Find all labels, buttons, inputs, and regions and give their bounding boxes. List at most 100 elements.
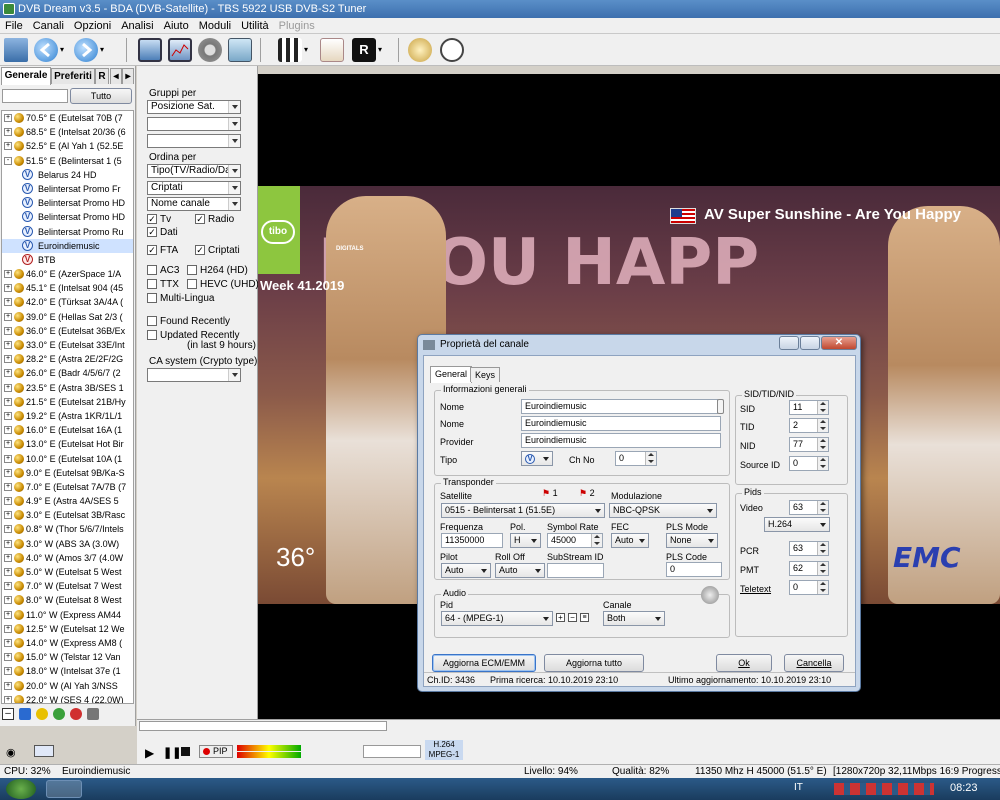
ordina-combo-3[interactable]: Nome canale — [147, 197, 241, 211]
expand-node-icon[interactable]: + — [4, 397, 12, 406]
tree-satellite-row[interactable]: +13.0° E (Eutelsat Hot Bir — [2, 437, 133, 451]
multilingua-checkbox[interactable]: Multi-Lingua — [147, 293, 214, 304]
record-r-icon[interactable]: R — [352, 38, 376, 62]
collapse-icon[interactable]: – — [2, 708, 14, 720]
ca-system-combo[interactable] — [147, 368, 241, 382]
gruppi-combo-2[interactable] — [147, 117, 241, 131]
nome-scroll-handle[interactable] — [717, 399, 724, 414]
start-button[interactable] — [6, 779, 36, 799]
expand-node-icon[interactable]: + — [4, 326, 12, 335]
settings-gear-icon[interactable] — [198, 38, 222, 62]
tree-satellite-row[interactable]: +39.0° E (Hellas Sat 2/3 ( — [2, 310, 133, 324]
tools-icon[interactable] — [87, 708, 99, 720]
tree-satellite-row[interactable]: +3.0° E (Eutelsat 3B/Rasc — [2, 508, 133, 522]
tree-satellite-row[interactable]: +19.2° E (Astra 1KR/1L/1 — [2, 409, 133, 423]
tree-satellite-row[interactable]: +23.5° E (Astra 3B/SES 1 — [2, 381, 133, 395]
back-icon[interactable] — [34, 38, 58, 62]
tree-satellite-row[interactable]: +20.0° W (Al Yah 3/NSS — [2, 679, 133, 693]
chno-spinner[interactable]: 0 — [615, 451, 657, 466]
rolloff-combo[interactable]: Auto — [495, 563, 545, 578]
minimize-button[interactable] — [779, 336, 799, 350]
recording-clapper-icon[interactable] — [278, 38, 302, 62]
add-audio-icon[interactable]: + — [556, 613, 565, 622]
monitor-icon[interactable] — [138, 38, 162, 62]
speaker-icon[interactable]: ◉ — [6, 746, 16, 759]
tree-satellite-row[interactable]: +45.1° E (Intelsat 904 (45 — [2, 281, 133, 295]
pls-mode-combo[interactable]: None — [666, 533, 718, 548]
menu-aiuto[interactable]: Aiuto — [159, 20, 194, 32]
fec-combo[interactable]: Auto — [611, 533, 649, 548]
pip-button[interactable]: PIP — [199, 745, 233, 758]
back-dropdown-icon[interactable]: ▾ — [60, 38, 70, 62]
expand-node-icon[interactable]: + — [4, 596, 12, 605]
audio-speaker-icon[interactable] — [701, 586, 719, 604]
tab-preferiti[interactable]: Preferiti — [51, 68, 95, 84]
edit-audio-icon[interactable]: ≡ — [580, 613, 589, 622]
tree-satellite-row[interactable]: +28.2° E (Astra 2E/2F/2G — [2, 352, 133, 366]
aspect-icon[interactable] — [34, 745, 54, 757]
canale-combo[interactable]: Both — [603, 611, 665, 626]
aggiorna-tutto-button[interactable]: Aggiorna tutto — [544, 654, 644, 672]
tree-satellite-row[interactable]: +16.0° E (Eutelsat 16A (1 — [2, 423, 133, 437]
expand-node-icon[interactable]: + — [4, 284, 12, 293]
stop-icon[interactable] — [181, 747, 190, 756]
hevc-checkbox[interactable]: HEVC (UHD) — [187, 279, 259, 290]
tree-satellite-row[interactable]: +68.5° E (Intelsat 20/36 (6 — [2, 125, 133, 139]
collapse-node-icon[interactable]: - — [4, 156, 12, 165]
expand-node-icon[interactable]: + — [4, 369, 12, 378]
tree-satellite-row[interactable]: +7.0° E (Eutelsat 7A/7B (7 — [2, 480, 133, 494]
channel-list-icon[interactable] — [4, 38, 28, 62]
h264-checkbox[interactable]: H264 (HD) — [187, 265, 248, 276]
expand-node-icon[interactable]: + — [4, 681, 12, 690]
nome-input[interactable]: Euroindiemusic — [521, 399, 718, 414]
tree-satellite-row[interactable]: +70.5° E (Eutelsat 70B (7 — [2, 111, 133, 125]
tree-satellite-row[interactable]: - 51.5° E (Belintersat 1 (5 — [2, 154, 133, 168]
expand-node-icon[interactable]: + — [4, 695, 12, 703]
symbol-rate-spinner[interactable]: 45000 — [547, 533, 603, 548]
aggiorna-ecm-button[interactable]: Aggiorna ECM/EMM — [432, 654, 536, 672]
taskbar-app-button[interactable] — [46, 780, 82, 798]
expand-node-icon[interactable]: + — [4, 582, 12, 591]
tree-satellite-row[interactable]: +11.0° W (Express AM44 — [2, 608, 133, 622]
favorite-icon[interactable] — [36, 708, 48, 720]
ok-button[interactable]: Ok — [716, 654, 772, 672]
menu-file[interactable]: File — [0, 20, 28, 32]
menu-canali[interactable]: Canali — [28, 20, 69, 32]
ttx-checkbox[interactable]: TTX — [147, 279, 179, 290]
tree-satellite-row[interactable]: +46.0° E (AzerSpace 1/A — [2, 267, 133, 281]
nid-spinner[interactable]: 77 — [789, 437, 829, 452]
expand-node-icon[interactable]: + — [4, 114, 12, 122]
heart-icon[interactable] — [70, 708, 82, 720]
tab-generale[interactable]: Generale — [1, 67, 51, 85]
expand-node-icon[interactable]: + — [4, 610, 12, 619]
tree-channel-row[interactable]: V Belintersat Promo Fr — [2, 182, 133, 196]
forward-dropdown-icon[interactable]: ▾ — [100, 38, 110, 62]
expand-node-icon[interactable]: + — [4, 624, 12, 633]
tray-icons[interactable] — [834, 783, 934, 795]
timer-clock-icon[interactable] — [408, 38, 432, 62]
provider-input[interactable]: Euroindiemusic — [521, 433, 721, 448]
ordina-combo-2[interactable]: Criptati — [147, 181, 241, 195]
tree-satellite-row[interactable]: +21.5° E (Eutelsat 21B/Hy — [2, 395, 133, 409]
expand-node-icon[interactable]: + — [4, 497, 12, 506]
expand-node-icon[interactable]: + — [4, 539, 12, 548]
expand-node-icon[interactable]: + — [4, 270, 12, 279]
tree-satellite-row[interactable]: +12.5° W (Eutelsat 12 We — [2, 622, 133, 636]
pmt-spinner[interactable]: 62 — [789, 561, 829, 576]
maximize-button[interactable] — [800, 336, 820, 350]
expand-node-icon[interactable]: + — [4, 553, 12, 562]
tree-satellite-row[interactable]: +18.0° W (Intelsat 37e (1 — [2, 664, 133, 678]
tree-satellite-row[interactable]: +9.0° E (Eutelsat 9B/Ka-S — [2, 466, 133, 480]
satellite-marker-1[interactable]: ⚑ 1 — [542, 488, 558, 499]
expand-node-icon[interactable]: + — [4, 383, 12, 392]
close-button[interactable]: ✕ — [821, 336, 857, 350]
ac3-checkbox[interactable]: AC3 — [147, 265, 179, 276]
menu-moduli[interactable]: Moduli — [194, 20, 236, 32]
tv-checkbox[interactable]: ✓ Tv — [147, 214, 171, 225]
tree-channel-row[interactable]: V Belintersat Promo HD — [2, 210, 133, 224]
tutto-button[interactable]: Tutto — [70, 88, 132, 104]
taskbar-language[interactable]: IT — [794, 782, 803, 793]
tree-channel-row[interactable]: V Belintersat Promo HD — [2, 196, 133, 210]
expand-node-icon[interactable]: + — [4, 142, 12, 151]
play-icon[interactable]: ▶ — [145, 746, 154, 760]
